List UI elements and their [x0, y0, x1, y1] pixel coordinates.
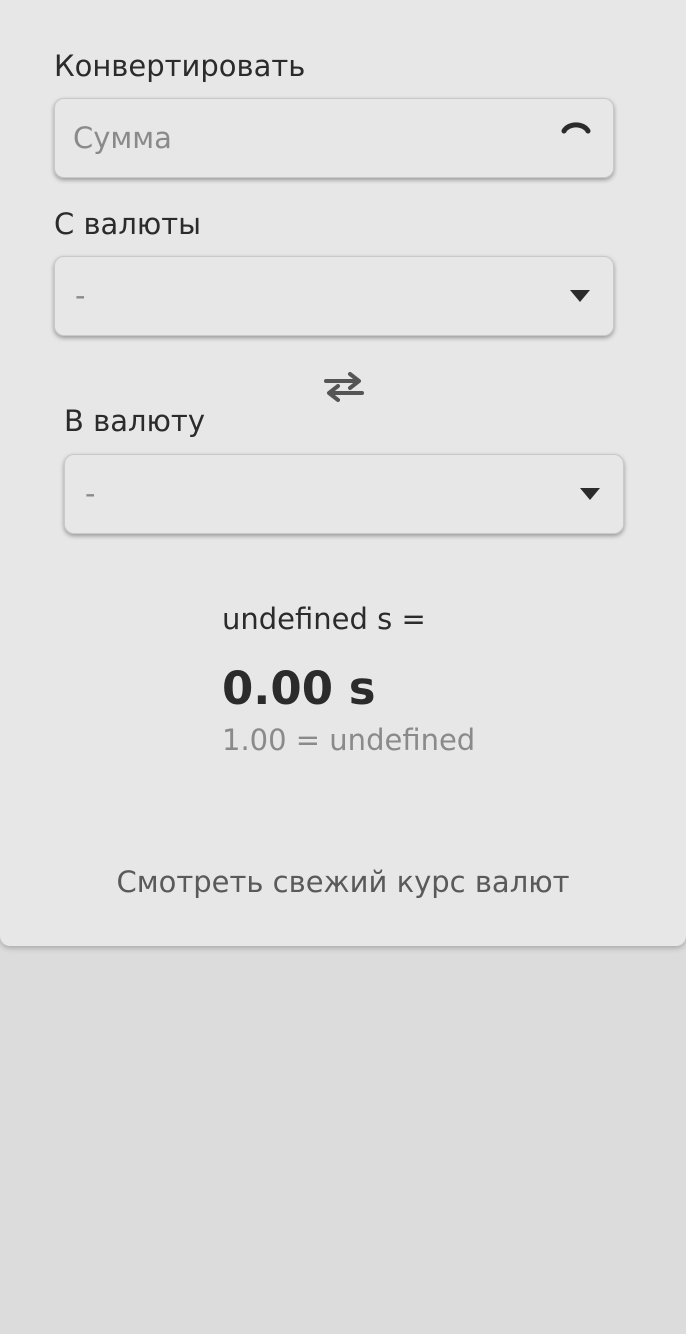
to-currency-select[interactable]: - — [64, 454, 624, 534]
fresh-rates-link[interactable]: Смотреть свежий курс валют — [0, 868, 686, 897]
spinner-icon — [561, 122, 591, 134]
swap-arrows-icon[interactable] — [322, 370, 366, 404]
result-from-text: undefined s = — [222, 602, 426, 636]
exchange-rate-text: 1.00 = undefined — [222, 723, 476, 757]
to-currency-value: - — [85, 476, 96, 511]
to-currency-label: В валюту — [64, 404, 205, 438]
amount-label: Конвертировать — [54, 49, 306, 83]
converter-card: Конвертировать С валюты - В валюту - und… — [0, 0, 686, 946]
result-amount: 0.00 s — [222, 662, 376, 715]
from-currency-select[interactable]: - — [54, 256, 614, 336]
from-currency-label: С валюты — [54, 207, 202, 241]
caret-down-icon — [580, 488, 600, 500]
amount-input[interactable] — [73, 99, 543, 177]
from-currency-value: - — [75, 278, 86, 313]
caret-down-icon — [570, 290, 590, 302]
amount-field[interactable] — [54, 98, 614, 178]
